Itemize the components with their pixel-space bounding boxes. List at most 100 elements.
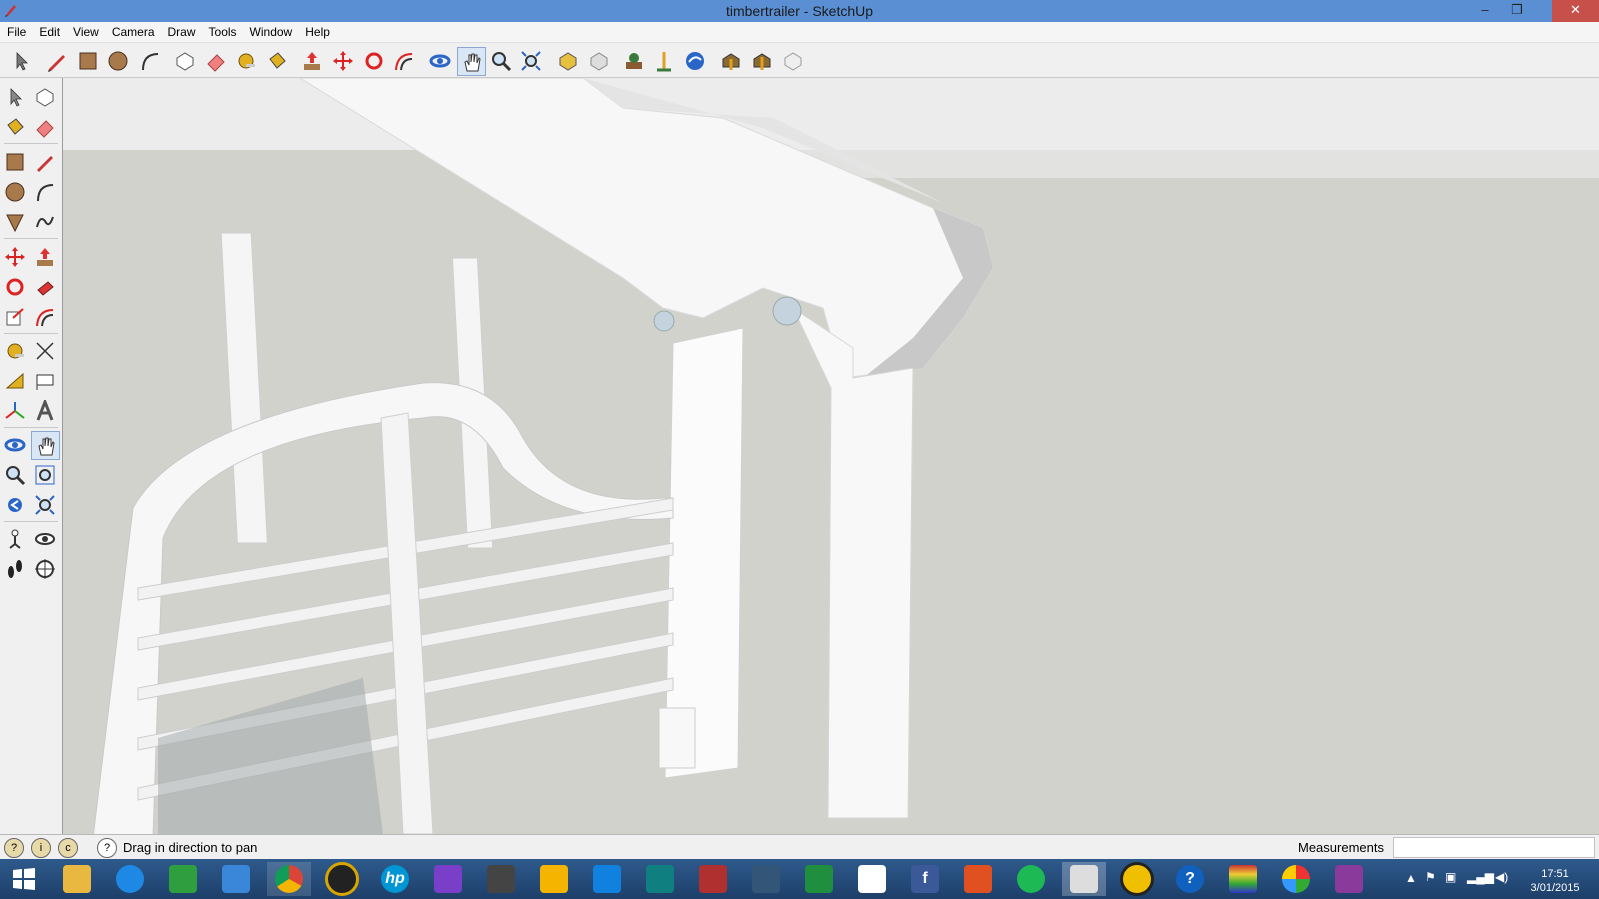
- circle-tool-button[interactable]: [104, 47, 131, 74]
- left-zoom-window-button[interactable]: [31, 461, 58, 488]
- menu-camera[interactable]: Camera: [105, 22, 161, 39]
- select-tool-button[interactable]: [7, 47, 34, 74]
- left-paint-button[interactable]: [1, 113, 28, 140]
- left-section-plane-button[interactable]: [31, 555, 58, 582]
- previous-view-button[interactable]: [554, 47, 581, 74]
- taskbar-photo-app[interactable]: [479, 862, 523, 896]
- menu-window[interactable]: Window: [243, 22, 299, 39]
- eraser-tool-button[interactable]: [202, 47, 229, 74]
- taskbar-picasa[interactable]: [1274, 862, 1318, 896]
- left-walk-button[interactable]: [1, 555, 28, 582]
- left-zoom-extents-button[interactable]: [31, 491, 58, 518]
- flag-icon[interactable]: ⚑: [1425, 870, 1436, 884]
- share-component-button[interactable]: [779, 47, 806, 74]
- minimize-button[interactable]: –: [1468, 0, 1502, 22]
- make-component-button[interactable]: [171, 47, 198, 74]
- taskbar-onenote[interactable]: [1327, 862, 1371, 896]
- left-circle-button[interactable]: [1, 178, 28, 205]
- rotate-tool-button[interactable]: [360, 47, 387, 74]
- offset-tool-button[interactable]: [390, 47, 417, 74]
- left-arc-button[interactable]: [31, 178, 58, 205]
- taskbar-help-app[interactable]: ?: [1168, 862, 1212, 896]
- left-scale-button[interactable]: [1, 303, 28, 330]
- line-tool-button[interactable]: [43, 47, 70, 74]
- tape-measure-button[interactable]: [232, 47, 259, 74]
- taskbar-music-app[interactable]: [956, 862, 1000, 896]
- left-freehand-button[interactable]: [31, 208, 58, 235]
- taskbar-internet-explorer[interactable]: [108, 862, 152, 896]
- taskbar-sketchup[interactable]: [1062, 862, 1106, 896]
- menu-file[interactable]: File: [0, 22, 32, 39]
- license-icon[interactable]: c: [58, 838, 78, 858]
- left-axes-button[interactable]: [1, 397, 28, 424]
- credits-icon[interactable]: i: [31, 838, 51, 858]
- taskbar-slides-app[interactable]: [532, 862, 576, 896]
- left-eraser-button[interactable]: [31, 113, 58, 140]
- left-pan-button[interactable]: [31, 431, 60, 460]
- menu-draw[interactable]: Draw: [161, 22, 202, 39]
- left-follow-me-button[interactable]: [31, 273, 58, 300]
- taskbar-studio-app[interactable]: [1221, 862, 1265, 896]
- left-orbit-button[interactable]: [1, 431, 28, 458]
- arc-tool-button[interactable]: [136, 47, 163, 74]
- pan-button[interactable]: [457, 47, 486, 76]
- add-location-button[interactable]: [620, 47, 647, 74]
- google-earth-button[interactable]: [681, 47, 708, 74]
- push-pull-button[interactable]: [298, 47, 325, 74]
- left-push-pull-button[interactable]: [31, 243, 58, 270]
- taskbar-farming-game-2[interactable]: [744, 862, 788, 896]
- rectangle-tool-button[interactable]: [74, 47, 101, 74]
- volume-icon[interactable]: ◀): [1495, 870, 1508, 884]
- close-button[interactable]: ✕: [1552, 0, 1599, 22]
- toggle-terrain-button[interactable]: [650, 47, 677, 74]
- taskbar-ring-app[interactable]: [1115, 862, 1159, 896]
- left-line-button[interactable]: [31, 148, 58, 175]
- taskbar-hp[interactable]: hp: [373, 862, 417, 896]
- left-protractor-button[interactable]: [1, 367, 28, 394]
- move-tool-button[interactable]: [329, 47, 356, 74]
- left-offset-button[interactable]: [31, 303, 58, 330]
- taskbar-3dsmax[interactable]: [638, 862, 682, 896]
- left-3d-text-button[interactable]: [31, 397, 58, 424]
- left-dimension-button[interactable]: [31, 337, 58, 364]
- taskbar-file-explorer[interactable]: [55, 862, 99, 896]
- zoom-extents-button[interactable]: [517, 47, 544, 74]
- next-view-button[interactable]: [585, 47, 612, 74]
- left-look-around-button[interactable]: [31, 525, 58, 552]
- left-polygon-button[interactable]: [1, 208, 28, 235]
- start-button[interactable]: [2, 862, 46, 896]
- taskbar-media-player[interactable]: [320, 862, 364, 896]
- left-position-camera-button[interactable]: [1, 525, 28, 552]
- taskbar-store[interactable]: [161, 862, 205, 896]
- network-icon[interactable]: ▣: [1445, 870, 1456, 884]
- taskbar-chrome[interactable]: [267, 862, 311, 896]
- geo-location-icon[interactable]: ?: [4, 838, 24, 858]
- left-previous-button[interactable]: [1, 491, 28, 518]
- modeling-viewport[interactable]: [63, 78, 1599, 834]
- taskbar-spotify[interactable]: [1009, 862, 1053, 896]
- left-tape-measure-button[interactable]: [1, 337, 28, 364]
- menu-tools[interactable]: Tools: [202, 22, 243, 39]
- taskbar-facebook[interactable]: f: [903, 862, 947, 896]
- left-rectangle-button[interactable]: [1, 148, 28, 175]
- taskbar-calculator[interactable]: [797, 862, 841, 896]
- menu-help[interactable]: Help: [298, 22, 336, 39]
- menu-view[interactable]: View: [66, 22, 105, 39]
- tray-expand-icon[interactable]: ▲: [1405, 871, 1417, 885]
- left-text-button[interactable]: [31, 367, 58, 394]
- restore-button[interactable]: ❐: [1500, 0, 1534, 22]
- menu-edit[interactable]: Edit: [32, 22, 66, 39]
- taskbar-app-rocket[interactable]: [214, 862, 258, 896]
- left-component-button[interactable]: [31, 83, 58, 110]
- measurements-input[interactable]: [1393, 837, 1595, 858]
- left-move-button[interactable]: [1, 243, 28, 270]
- signal-icon[interactable]: ▂▄▆: [1467, 870, 1494, 884]
- instructor-help-icon[interactable]: ?: [97, 838, 117, 858]
- left-zoom-button[interactable]: [1, 461, 28, 488]
- orbit-button[interactable]: [426, 47, 453, 74]
- left-select-button[interactable]: [1, 83, 28, 110]
- taskbar-dropbox-2[interactable]: [850, 862, 894, 896]
- get-models-button[interactable]: [717, 47, 744, 74]
- clock[interactable]: 17:51 3/01/2015: [1520, 867, 1590, 895]
- paint-bucket-button[interactable]: [263, 47, 290, 74]
